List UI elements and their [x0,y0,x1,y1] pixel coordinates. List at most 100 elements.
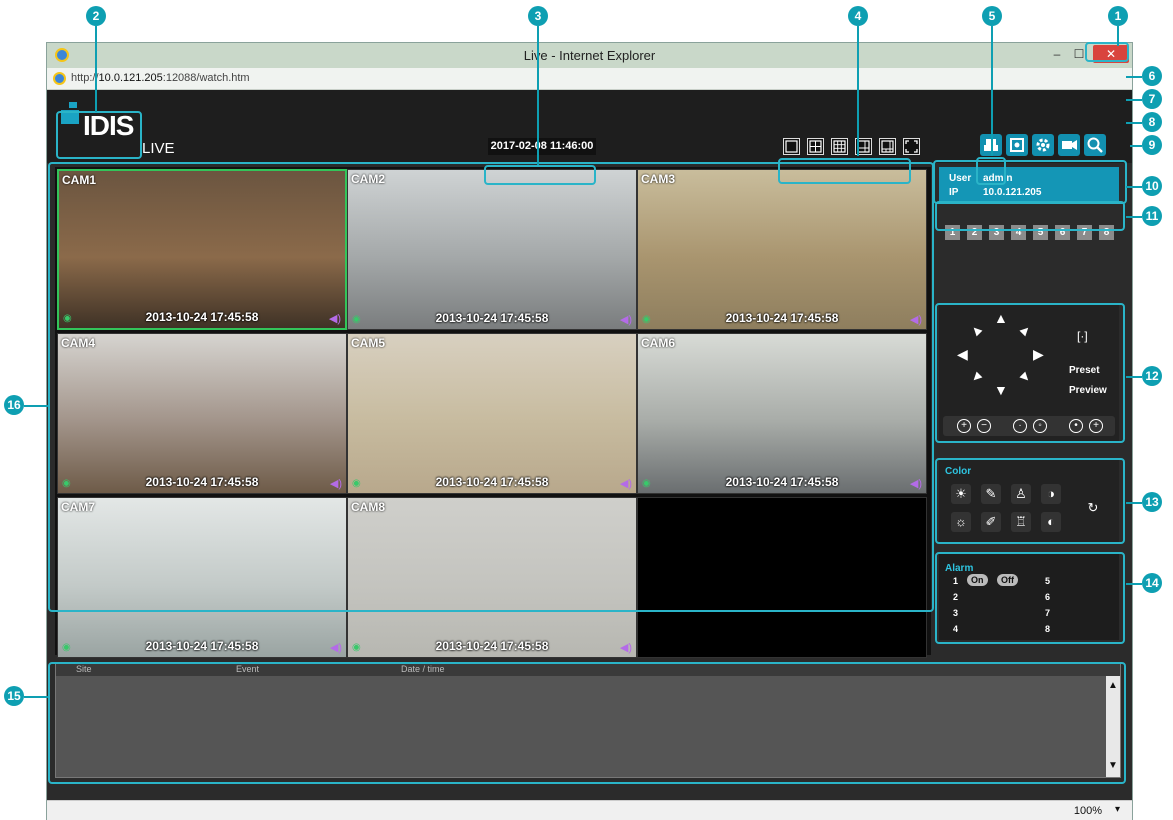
audio-speaker-icon[interactable]: ◀) [329,312,341,325]
alarm-row-2[interactable]: 2 [953,592,958,602]
ptz-right-icon[interactable]: ▶ [1033,347,1044,361]
alarm-row-6[interactable]: 6 [1045,592,1050,602]
audio-speaker-icon[interactable]: ◀) [620,477,632,490]
scroll-down-icon[interactable]: ▼ [1108,760,1118,771]
ptz-left-icon[interactable]: ◀ [957,347,968,361]
channel-button-5[interactable]: 5 [1033,225,1048,240]
camera-tile-4[interactable]: CAM4 2013-10-24 17:45:58 ◉ ◀) [57,333,347,494]
address-bar[interactable]: http://10.0.121.205:12088/watch.htm [47,68,1132,90]
layout-2x2-button[interactable] [807,138,824,155]
saturation-up-icon[interactable]: ✎ [981,484,1001,504]
ptz-down-left-icon[interactable]: ▲ [965,367,986,388]
callout-9: 9 [1142,135,1162,155]
contrast-down-icon[interactable]: ◐ [1041,512,1061,532]
audio-speaker-icon[interactable]: ◀) [330,641,342,654]
camera-timestamp: 2013-10-24 17:45:58 [435,639,549,653]
snapshot-button[interactable] [1006,134,1028,156]
motion-eye-icon: ◉ [62,478,71,489]
channel-button-8[interactable]: 8 [1099,225,1114,240]
hue-down-icon[interactable]: ♖ [1011,512,1031,532]
address-url[interactable]: http://10.0.121.205:12088/watch.htm [71,72,250,84]
ptz-up-left-icon[interactable]: ▲ [965,319,986,340]
camera-tile-3[interactable]: CAM3 2013-10-24 17:45:58 ◉ ◀) [637,169,927,330]
setup-button[interactable] [1032,134,1054,156]
callout-10-line [1126,186,1142,188]
layout-3x3-button[interactable] [831,138,848,155]
event-log-scrollbar[interactable]: ▲ ▼ [1106,676,1120,777]
audio-speaker-icon[interactable]: ◀) [620,313,632,326]
minimize-button[interactable]: – [1049,45,1065,63]
brightness-up-icon[interactable]: ☀ [951,484,971,504]
saturation-down-icon[interactable]: ✐ [981,512,1001,532]
alarm-row-1: 1 [953,576,959,586]
layout-3x3-icon [833,140,846,153]
hue-up-icon[interactable]: ♙ [1011,484,1031,504]
alarm-on-button[interactable]: On [967,574,988,586]
contrast-up-icon[interactable]: ◑ [1041,484,1061,504]
audio-speaker-icon[interactable]: ◀) [910,313,922,326]
alarm-row-3[interactable]: 3 [953,608,958,618]
callout-13-line [1126,502,1142,504]
camera-tile-8[interactable]: CAM8 2013-10-24 17:45:58 ◉ ◀) [347,497,637,658]
alarm-title: Alarm [945,563,974,574]
camera-tile-1[interactable]: CAM1 2013-10-24 17:45:58 ◉ ◀) [57,169,347,330]
ptz-down-right-icon[interactable]: ▲ [1015,367,1036,388]
callout-6: 6 [1142,66,1162,86]
channel-button-1[interactable]: 1 [945,225,960,240]
callout-2-line [95,26,97,112]
focus-far-icon[interactable]: ◦ [1033,419,1047,433]
scroll-up-icon[interactable]: ▲ [1108,680,1118,691]
channel-button-4[interactable]: 4 [1011,225,1026,240]
ptz-up-icon[interactable]: ▲ [994,311,1008,325]
column-event[interactable]: Event [236,664,259,674]
column-site[interactable]: Site [76,664,92,674]
layout-1x1-button[interactable] [783,138,800,155]
camera-tile-5[interactable]: CAM5 2013-10-24 17:45:58 ◉ ◀) [347,333,637,494]
alarm-row-8[interactable]: 8 [1045,624,1050,634]
camera-tile-2[interactable]: CAM2 2013-10-24 17:45:58 ◉ ◀) [347,169,637,330]
layout-4x4-button[interactable] [879,138,896,155]
record-button[interactable] [1058,134,1080,156]
zoom-out-icon[interactable]: − [977,419,991,433]
app-header: IDIS LIVE 2017-02-08 11:46:00 [47,90,1132,163]
iris-open-icon[interactable]: • [1069,419,1083,433]
column-datetime[interactable]: Date / time [401,664,445,674]
iris-close-icon[interactable]: + [1089,419,1103,433]
zoom-in-icon[interactable]: + [957,419,971,433]
alarm-row-4[interactable]: 4 [953,624,958,634]
channel-button-2[interactable]: 2 [967,225,982,240]
channel-button-7[interactable]: 7 [1077,225,1092,240]
callout-11: 11 [1142,206,1162,226]
focus-near-icon[interactable]: · [1013,419,1027,433]
alarm-row-7[interactable]: 7 [1045,608,1050,618]
fullscreen-button[interactable] [903,138,920,155]
layout-2x2-icon [809,140,822,153]
search-button[interactable] [1084,134,1106,156]
callout-10: 10 [1142,176,1162,196]
ptz-up-right-icon[interactable]: ▲ [1015,319,1036,340]
ptz-focus-icon[interactable]: [·] [1077,329,1088,343]
channel-button-3[interactable]: 3 [989,225,1004,240]
alarm-row-5[interactable]: 5 [1045,576,1050,586]
ptz-down-icon[interactable]: ▼ [994,383,1008,397]
camera-tile-empty[interactable] [637,497,927,658]
audio-speaker-icon[interactable]: ◀) [620,641,632,654]
maximize-button[interactable]: ☐ [1071,45,1087,63]
zoom-level[interactable]: 100% [1074,805,1102,817]
camera-timestamp: 2013-10-24 17:45:58 [725,475,839,489]
alarm-off-button[interactable]: Off [997,574,1018,586]
brightness-down-icon[interactable]: ☼ [951,512,971,532]
camera-tile-6[interactable]: CAM6 2013-10-24 17:45:58 ◉ ◀) [637,333,927,494]
preview-button[interactable]: Preview [1069,385,1107,396]
color-control: Color ☀ ✎ ♙ ◑ ☼ ✐ ♖ ◐ ↻ [939,460,1119,544]
audio-speaker-icon[interactable]: ◀) [330,477,342,490]
preset-button[interactable]: Preset [1069,365,1100,376]
zoom-dropdown-icon[interactable]: ▾ [1115,804,1120,815]
reset-color-icon[interactable]: ↻ [1083,498,1103,518]
camera-tile-7[interactable]: CAM7 2013-10-24 17:45:58 ◉ ◀) [57,497,347,658]
channel-button-6[interactable]: 6 [1055,225,1070,240]
camera-channel-buttons: 12345678 [939,219,1119,245]
close-button[interactable]: ✕ [1093,45,1129,63]
camera-timestamp: 2013-10-24 17:45:58 [145,475,259,489]
audio-speaker-icon[interactable]: ◀) [910,477,922,490]
